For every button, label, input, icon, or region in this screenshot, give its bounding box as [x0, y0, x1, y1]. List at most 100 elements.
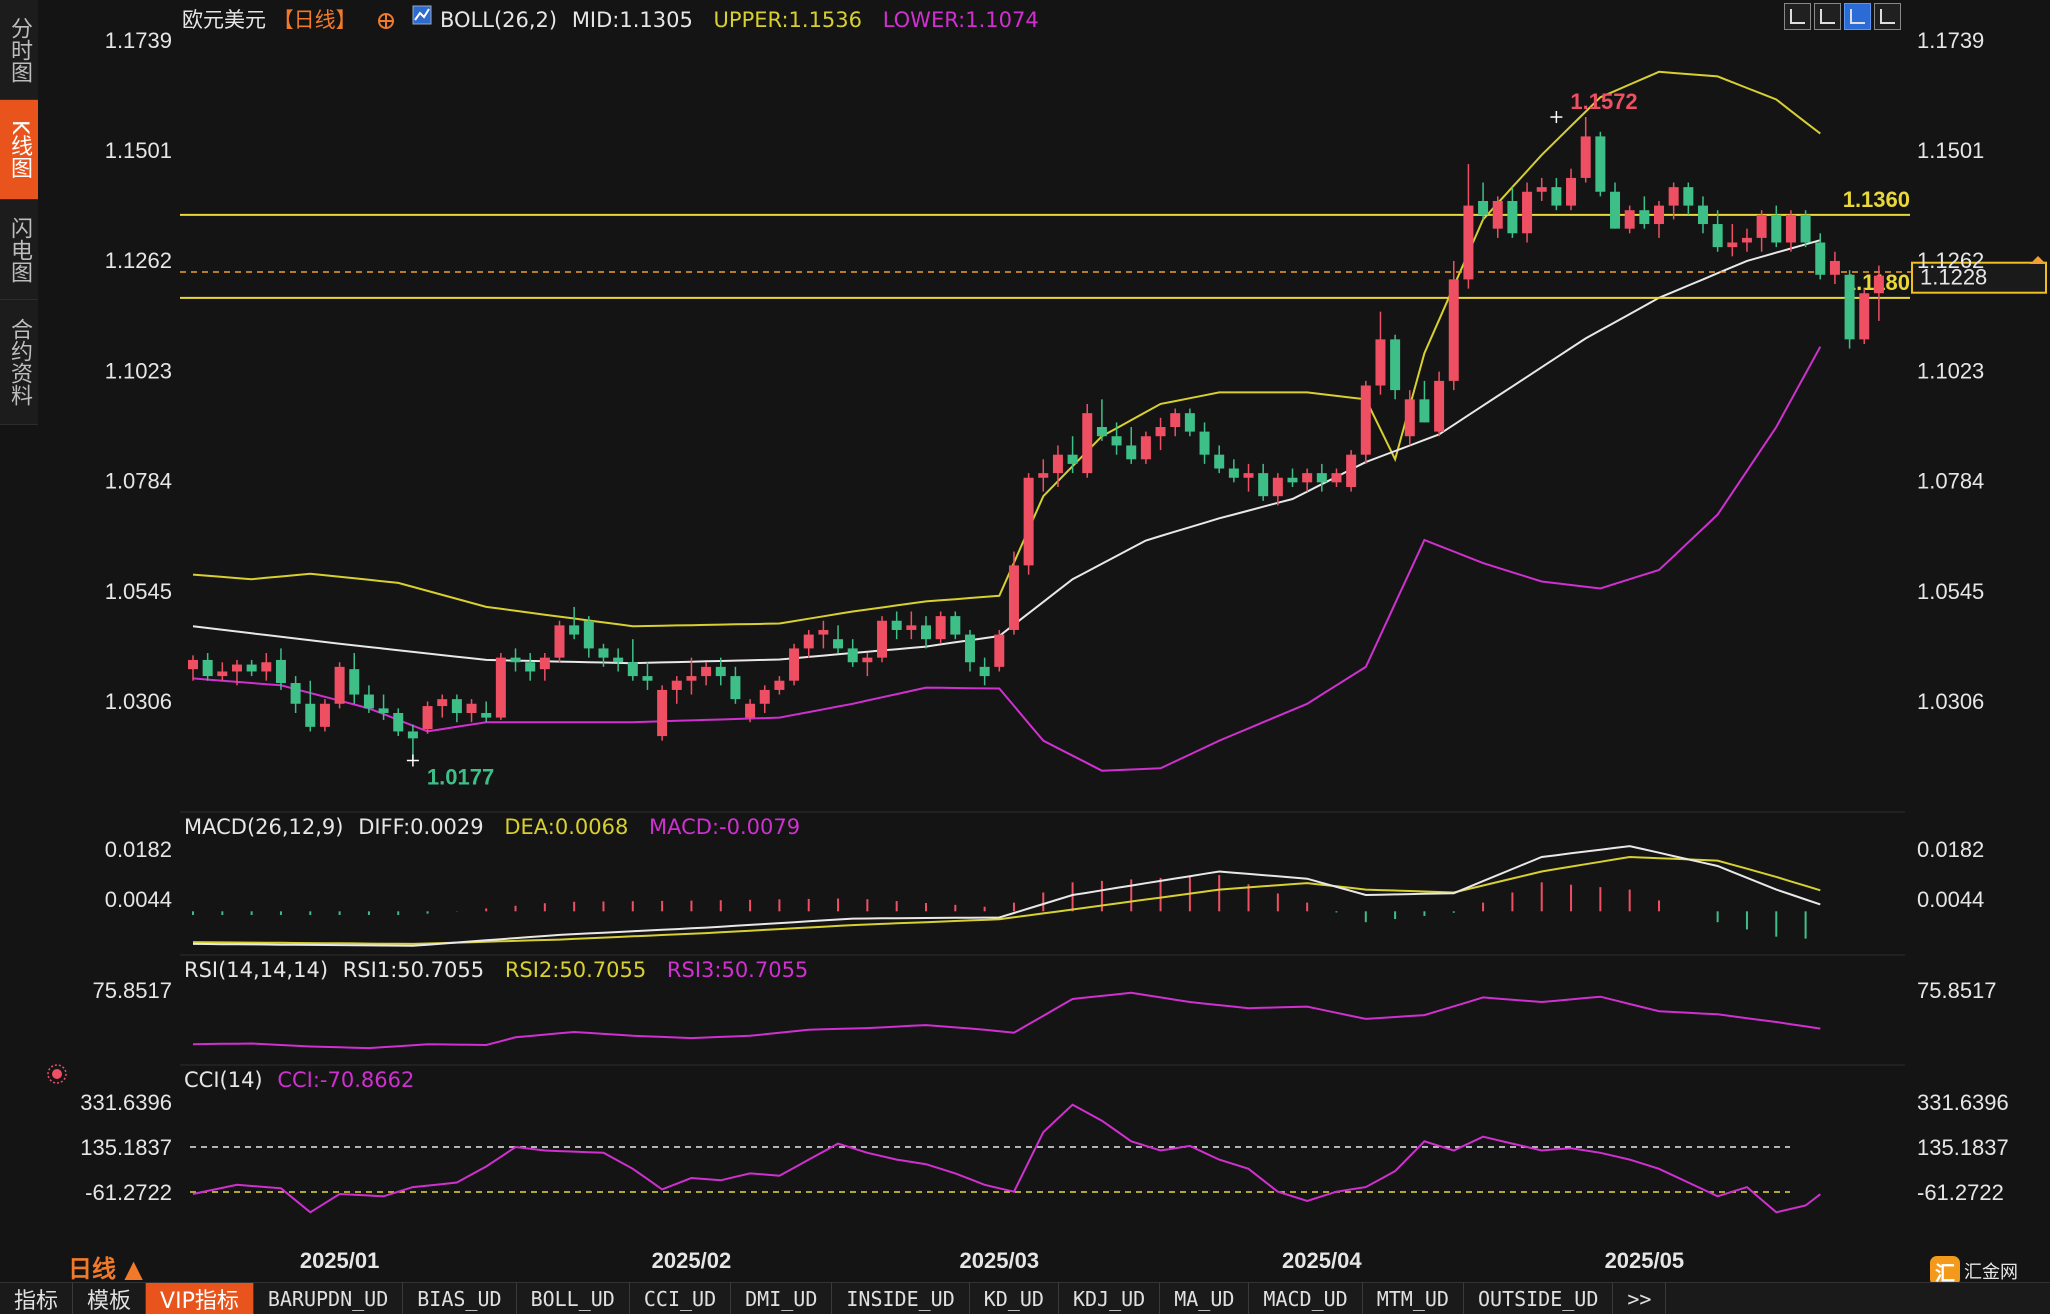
- period-dropdown-icon[interactable]: [378, 13, 394, 29]
- candle-body: [407, 731, 418, 739]
- candle-body: [1214, 454, 1225, 469]
- cci-tick-right: -61.2722: [1917, 1180, 2004, 1205]
- indicator-icon[interactable]: [412, 5, 432, 25]
- candle-body: [979, 666, 990, 677]
- candle-body: [1287, 477, 1298, 483]
- tab-mtm[interactable]: MTM_UD: [1363, 1283, 1464, 1314]
- tab-more[interactable]: >>: [1613, 1283, 1667, 1314]
- rsi-tick-left: 75.8517: [92, 978, 172, 1003]
- candle-body: [877, 620, 888, 658]
- candle-body: [510, 657, 521, 663]
- boll-upper: UPPER:1.1536: [714, 8, 862, 32]
- candle-icon[interactable]: [1874, 3, 1901, 30]
- candle-body: [246, 664, 257, 672]
- candle-body: [847, 648, 858, 663]
- cci-title: CCI(14): [184, 1068, 263, 1092]
- rsi2-value: RSI2:50.7055: [505, 958, 646, 982]
- y-tick-right: 1.0784: [1917, 469, 1984, 494]
- candle-body: [1463, 205, 1474, 280]
- candle-body: [1697, 205, 1708, 225]
- y-tick-left: 1.0306: [105, 689, 172, 714]
- tab-cci[interactable]: CCI_UD: [630, 1283, 732, 1314]
- candle-body: [1580, 136, 1591, 178]
- candle-body: [290, 683, 301, 704]
- candle-body: [1067, 454, 1078, 464]
- candle-body: [1404, 399, 1415, 437]
- sun-icon[interactable]: [47, 1064, 67, 1084]
- candle-body: [554, 625, 565, 658]
- candle-body: [1873, 275, 1884, 294]
- svg-text:CCI(14) CCI:-70.8662: CCI(14) CCI:-70.8662: [184, 1068, 414, 1092]
- crosshair-icon[interactable]: [1784, 3, 1811, 30]
- candle-body: [1507, 200, 1518, 234]
- line-chart-icon[interactable]: [1844, 3, 1871, 30]
- tab-outside[interactable]: OUTSIDE_UD: [1464, 1283, 1614, 1314]
- extreme-label: 1.1572: [1570, 89, 1637, 114]
- cci-value: CCI:-70.8662: [277, 1068, 414, 1092]
- macd-value: MACD:-0.0079: [649, 815, 800, 839]
- candle-body: [774, 680, 785, 690]
- price-levels: 1.13601.11801.1228: [180, 187, 2047, 299]
- grid-icon[interactable]: [1814, 3, 1841, 30]
- macd-tick-right: 0.0182: [1917, 837, 1984, 862]
- boll-bands: [192, 70, 1822, 772]
- extreme-label: 1.0177: [427, 765, 494, 790]
- svg-text:MACD(26,12,9) DIFF:0.0029: MACD(26,12,9) DIFF:0.0029 DEA:0.0068 MAC…: [184, 815, 800, 839]
- y-tick-left: 1.1023: [105, 358, 172, 383]
- x-tick: 2025/02: [652, 1248, 732, 1273]
- tab-vip-indicators[interactable]: VIP指标: [146, 1283, 254, 1314]
- candle-body: [1448, 279, 1459, 381]
- tab-macd[interactable]: MACD_UD: [1249, 1283, 1363, 1314]
- boll-lower-line: [192, 346, 1822, 772]
- tab-boll[interactable]: BOLL_UD: [517, 1283, 630, 1314]
- candle-body: [202, 659, 213, 677]
- candle-body: [613, 657, 624, 663]
- tab-bias[interactable]: BIAS_UD: [403, 1283, 517, 1314]
- y-tick-right: 1.1739: [1917, 28, 1984, 53]
- candle-body: [1258, 473, 1269, 497]
- rsi-tick-right: 75.8517: [1917, 978, 1997, 1003]
- candle-body: [1111, 436, 1122, 446]
- tab-kdj[interactable]: KDJ_UD: [1059, 1283, 1161, 1314]
- level-label: 1.1360: [1843, 187, 1910, 212]
- candle-body: [261, 662, 272, 672]
- rsi1-value: RSI1:50.7055: [343, 958, 484, 982]
- tab-kd[interactable]: KD_UD: [970, 1283, 1059, 1314]
- candle-body: [715, 666, 726, 677]
- cci-tick-left: 135.1837: [80, 1135, 172, 1160]
- macd-dea: DEA:0.0068: [504, 815, 628, 839]
- tab-inside[interactable]: INSIDE_UD: [832, 1283, 970, 1314]
- y-tick-left: 1.1739: [105, 28, 172, 53]
- period-selector[interactable]: 日线 ▲: [68, 1249, 143, 1284]
- candle-body: [1610, 191, 1621, 229]
- candle-body: [1052, 454, 1063, 474]
- candle-body: [363, 694, 374, 709]
- macd-panel: [192, 845, 1821, 947]
- tab-indicators[interactable]: 指标: [0, 1283, 74, 1314]
- candle-body: [1096, 427, 1107, 437]
- y-tick-left: 1.1501: [105, 138, 172, 163]
- candle-body: [1390, 339, 1401, 391]
- macd-tick-right: 0.0044: [1917, 887, 1984, 912]
- candle-body: [818, 629, 829, 635]
- tab-dmi[interactable]: DMI_UD: [731, 1283, 833, 1314]
- tab-templates[interactable]: 模板: [73, 1283, 147, 1314]
- y-tick-right: 1.0306: [1917, 689, 1984, 714]
- candle-body: [1023, 477, 1034, 566]
- candle-body: [525, 662, 536, 672]
- price-arrow-icon: [2030, 256, 2046, 265]
- kline-chart[interactable]: 1.13601.11801.1228 1.1572 1.0177 1.1739 1.…: [0, 0, 2050, 1282]
- tab-barupdn[interactable]: BARUPDN_UD: [254, 1283, 404, 1314]
- tab-ma[interactable]: MA_UD: [1160, 1283, 1250, 1314]
- candle-body: [906, 625, 917, 630]
- y-tick-right: 1.0545: [1917, 579, 1984, 604]
- candle-body: [1654, 205, 1664, 225]
- candle-body: [1228, 468, 1239, 478]
- cci-tick-right: 135.1837: [1917, 1135, 2009, 1160]
- header-line: 欧元美元 【日线】: [182, 8, 357, 32]
- y-tick-right: 1.1262: [1917, 248, 1984, 273]
- candle-body: [598, 648, 609, 658]
- period-label: 【日线】: [273, 8, 357, 32]
- x-tick: 2025/03: [960, 1248, 1040, 1273]
- cci-line: [192, 1103, 1821, 1214]
